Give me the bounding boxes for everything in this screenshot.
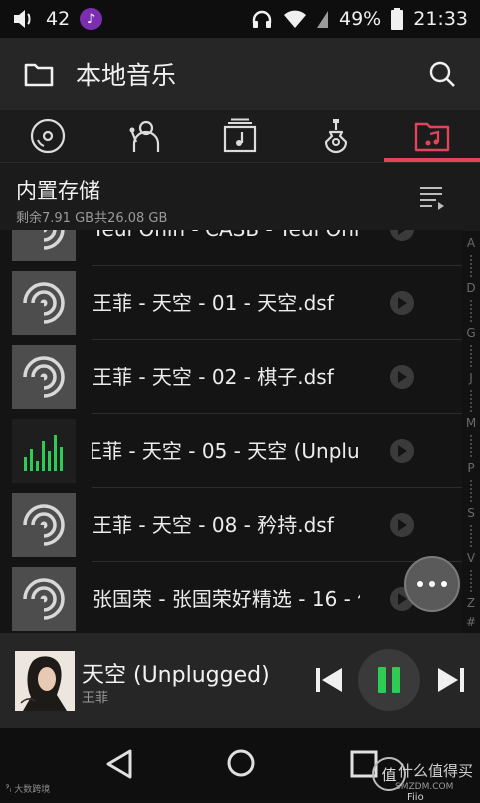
play-track-button[interactable] <box>390 513 414 537</box>
play-track-button[interactable] <box>390 230 414 241</box>
page-title: 本地音乐 <box>76 61 177 90</box>
index-separator <box>470 345 474 367</box>
play-track-button[interactable] <box>390 439 414 463</box>
pause-button[interactable] <box>358 649 420 711</box>
play-icon <box>398 519 407 531</box>
music-file-icon <box>12 230 76 261</box>
track-list[interactable]: Yeui Onin - CASB - Yeui Onin 王菲 - 天空 - 01… <box>0 230 462 633</box>
index-letter[interactable]: S <box>462 506 480 520</box>
music-folder-icon <box>414 122 450 152</box>
index-separator <box>470 390 474 412</box>
index-letter[interactable]: D <box>462 281 480 295</box>
equalizer-icon <box>12 419 76 483</box>
status-bar: 42 ♪ 49% 21:33 <box>0 0 480 38</box>
play-icon <box>398 371 407 383</box>
signal-icon <box>317 11 328 28</box>
alphabet-index[interactable]: A D G J M P S V Z # <box>462 232 480 632</box>
pause-icon <box>378 667 400 693</box>
more-options-button[interactable] <box>404 556 460 612</box>
index-separator <box>470 255 474 277</box>
index-separator <box>470 480 474 502</box>
storage-info: 剩余7.91 GB共26.08 GB <box>16 211 168 226</box>
music-file-icon <box>12 345 76 409</box>
more-dot-icon <box>417 581 423 587</box>
tab-albums[interactable] <box>192 110 288 162</box>
track-title: Yeui Onin - CASB - Yeui Onin <box>92 230 360 266</box>
play-icon <box>398 297 407 309</box>
index-separator <box>470 300 474 322</box>
track-row[interactable]: 王菲 - 天空 - 02 - 棋子.dsf <box>0 340 462 414</box>
play-track-button[interactable] <box>390 291 414 315</box>
track-title: 王菲 - 天空 - 01 - 天空.dsf <box>92 291 334 315</box>
play-icon <box>398 445 407 457</box>
disc-icon <box>30 118 66 154</box>
home-icon[interactable] <box>226 748 256 778</box>
artist-icon <box>129 120 160 152</box>
storage-name: 内置存储 <box>16 179 100 203</box>
now-playing-bar[interactable]: 天空 (Unplugged) 王菲 <box>0 633 480 728</box>
album-icon <box>223 118 257 153</box>
track-row[interactable]: 王菲 - 天空 - 01 - 天空.dsf <box>0 266 462 340</box>
battery-icon <box>391 8 404 30</box>
more-dot-icon <box>429 581 435 587</box>
index-separator <box>470 570 474 592</box>
storage-header: 内置存储 剩余7.91 GB共26.08 GB <box>0 162 480 231</box>
track-row[interactable]: 王菲 - 天空 - 08 - 矜持.dsf <box>0 488 462 562</box>
tab-folders[interactable] <box>384 110 480 162</box>
tab-songs[interactable] <box>0 110 96 162</box>
now-playing-artist: 王菲 <box>82 691 109 706</box>
previous-track-icon[interactable] <box>314 665 344 695</box>
index-letter[interactable]: V <box>462 551 480 565</box>
index-letter[interactable]: M <box>462 416 480 430</box>
category-tabs <box>0 110 480 162</box>
play-track-button[interactable] <box>390 365 414 389</box>
play-icon <box>398 230 406 235</box>
album-art[interactable] <box>15 651 75 711</box>
genre-guitar-icon <box>324 119 348 154</box>
sort-list-icon[interactable] <box>418 183 446 211</box>
track-title: 王菲 - 天空 - 08 - 矜持.dsf <box>92 513 334 537</box>
music-file-icon <box>12 271 76 335</box>
music-app-icon: ♪ <box>80 8 103 30</box>
back-icon[interactable] <box>104 748 134 780</box>
index-letter[interactable]: G <box>462 326 480 340</box>
track-row[interactable]: 王菲 - 天空 - 05 - 天空 (Unplugged) <box>0 414 462 488</box>
volume-icon <box>14 10 31 28</box>
index-separator <box>470 525 474 547</box>
more-dot-icon <box>441 581 447 587</box>
index-separator <box>470 435 474 457</box>
index-letter[interactable]: J <box>462 371 480 385</box>
track-row[interactable]: 张国荣 - 张国荣好精选 - 16 - 依 <box>0 562 462 633</box>
music-file-icon <box>12 493 76 557</box>
watermark-left: ᐟ̊ₗ 大数跨境 <box>6 785 51 795</box>
track-title: 王菲 - 天空 - 05 - 天空 (Unplugged) <box>92 439 360 463</box>
app-bar: 本地音乐 <box>0 38 480 110</box>
next-track-icon[interactable] <box>436 665 466 695</box>
folder-icon[interactable] <box>24 61 54 87</box>
battery-percent: 49% <box>339 8 382 30</box>
clock: 21:33 <box>413 8 468 30</box>
search-icon[interactable] <box>428 60 456 88</box>
index-letter[interactable]: Z <box>462 596 480 610</box>
volume-level: 42 <box>46 8 71 30</box>
track-title: 张国荣 - 张国荣好精选 - 16 - 依 <box>92 587 360 611</box>
watermark-right-title: 什么值得买 <box>398 762 474 780</box>
track-title: 王菲 - 天空 - 02 - 棋子.dsf <box>92 365 334 389</box>
headphones-icon <box>252 10 272 28</box>
track-row[interactable]: Yeui Onin - CASB - Yeui Onin <box>0 230 462 266</box>
wifi-icon <box>284 10 306 28</box>
tab-artists[interactable] <box>96 110 192 162</box>
music-file-icon <box>12 567 76 631</box>
index-letter[interactable]: A <box>462 236 480 250</box>
index-letter[interactable]: # <box>462 615 480 629</box>
index-letter[interactable]: P <box>462 461 480 475</box>
tab-genres[interactable] <box>288 110 384 162</box>
now-playing-title: 天空 (Unplugged) <box>82 663 270 688</box>
